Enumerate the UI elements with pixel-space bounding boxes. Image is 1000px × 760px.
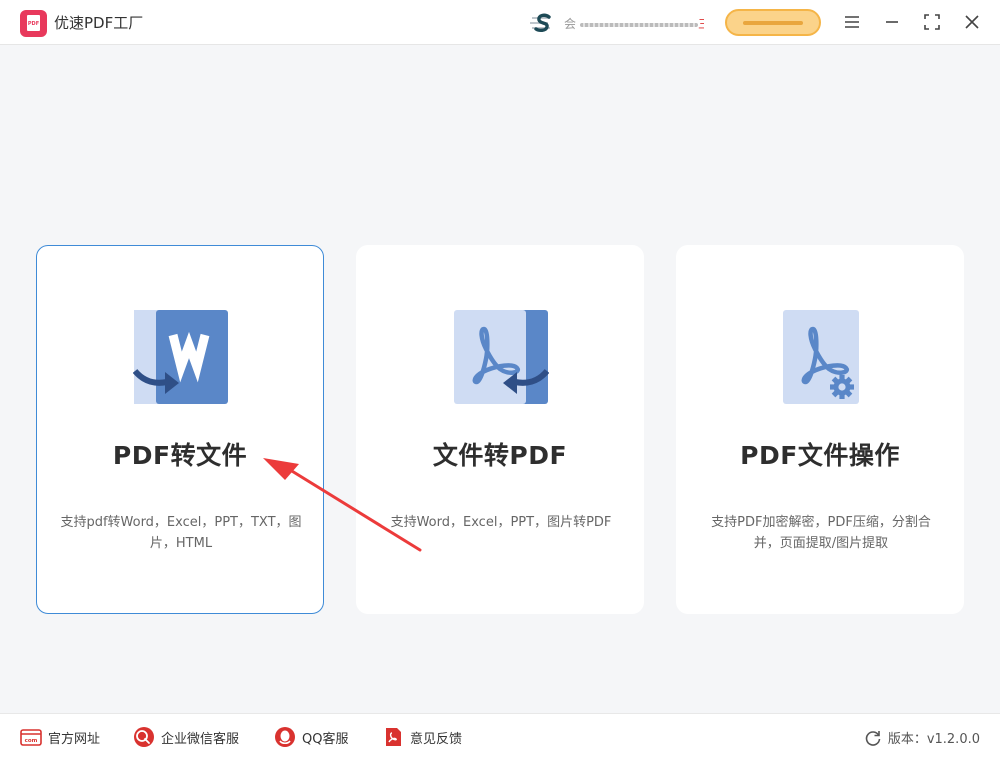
maximize-icon — [924, 14, 940, 30]
menu-button[interactable] — [838, 8, 866, 36]
feedback-icon — [386, 728, 401, 746]
user-account-suffix: 三 — [698, 17, 704, 31]
footer-link-website[interactable]: com 官方网址 — [20, 726, 100, 748]
card-description: 支持Word，Excel，PPT，图片转PDF — [390, 515, 612, 530]
footer-link-wechat-work[interactable]: 企业微信客服 — [133, 726, 239, 748]
pdf-settings-icon — [783, 310, 859, 404]
footer-bar: com 官方网址 企业微信客服 QQ客服 意见反馈 版本：v1.2.0.0 — [0, 713, 1000, 760]
card-pdf-operations[interactable]: PDF文件操作 支持PDF加密解密，PDF压缩，分割合并，页面提取/图片提取 — [676, 245, 964, 614]
card-title: PDF转文件 — [112, 441, 248, 470]
footer-link-label: 企业微信客服 — [161, 731, 240, 747]
minimize-icon — [886, 21, 898, 23]
footer-link-qq[interactable]: QQ客服 — [274, 726, 348, 748]
vip-upgrade-button[interactable] — [725, 9, 821, 36]
card-title: 文件转PDF — [432, 441, 568, 470]
card-title: PDF文件操作 — [740, 441, 900, 470]
pdf-document-icon — [454, 310, 549, 404]
user-account-redacted — [580, 22, 699, 27]
card-file-to-pdf[interactable]: 文件转PDF 支持Word，Excel，PPT，图片转PDF — [356, 245, 644, 614]
close-button[interactable] — [958, 8, 986, 36]
title-bar: PDF 优速PDF工厂 会三 — [0, 0, 1000, 45]
footer-link-label: 官方网址 — [48, 731, 101, 747]
refresh-icon — [865, 730, 881, 746]
minimize-button[interactable] — [878, 8, 906, 36]
close-icon — [965, 15, 979, 29]
app-title: 优速PDF工厂 — [54, 14, 144, 32]
vip-label-redacted — [743, 20, 803, 25]
user-avatar-icon[interactable] — [528, 12, 554, 34]
hamburger-menu-icon — [845, 16, 859, 28]
footer-link-label: 意见反馈 — [410, 731, 463, 747]
svg-text:com: com — [25, 738, 38, 744]
maximize-button[interactable] — [918, 8, 946, 36]
version-check[interactable]: 版本：v1.2.0.0 — [864, 728, 980, 747]
app-logo-label: PDF — [27, 21, 40, 27]
card-pdf-to-file[interactable]: PDF转文件 支持pdf转Word，Excel，PPT，TXT，图片，HTML — [36, 245, 324, 614]
app-logo-icon: PDF — [20, 10, 47, 37]
card-description: 支持pdf转Word，Excel，PPT，TXT，图片，HTML — [60, 515, 302, 551]
footer-link-label: QQ客服 — [302, 731, 349, 747]
card-description: 支持PDF加密解密，PDF压缩，分割合并，页面提取/图片提取 — [711, 515, 931, 551]
word-document-icon — [133, 310, 228, 404]
user-account-prefix: 会 — [564, 17, 577, 31]
wechat-work-icon — [134, 727, 154, 747]
footer-link-feedback[interactable]: 意见反馈 — [382, 726, 462, 748]
qq-icon — [275, 727, 295, 747]
user-account-label[interactable]: 会三 — [564, 15, 704, 32]
version-label: 版本：v1.2.0.0 — [887, 732, 980, 747]
website-icon: com — [20, 729, 42, 746]
